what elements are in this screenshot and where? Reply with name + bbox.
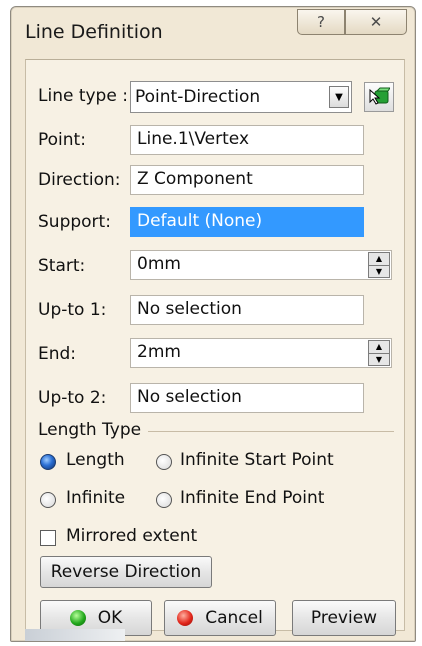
start-label: Start: <box>38 256 86 276</box>
group-separator <box>148 431 394 432</box>
cancel-red-dot-icon <box>177 610 194 626</box>
up-to-1-field[interactable]: No selection <box>130 295 364 325</box>
line-type-options-button[interactable] <box>364 82 394 112</box>
pointer-cube-icon <box>369 87 390 105</box>
help-icon: ? <box>317 13 325 31</box>
chevron-down-icon[interactable]: ▼ <box>329 86 349 108</box>
help-button[interactable]: ? <box>297 9 345 35</box>
up-to-2-field[interactable]: No selection <box>130 383 364 413</box>
line-type-combo[interactable]: Point-Direction ▼ <box>130 81 352 113</box>
reverse-direction-label: Reverse Direction <box>50 562 202 582</box>
point-field[interactable]: Line.1\Vertex <box>130 125 364 155</box>
point-label: Point: <box>38 130 86 150</box>
up-to-1-label: Up-to 1: <box>38 300 107 320</box>
direction-label: Direction: <box>38 170 121 190</box>
close-button[interactable]: ✕ <box>345 9 407 35</box>
start-spinner[interactable]: ▲ ▼ <box>368 252 390 278</box>
ok-label: OK <box>97 608 123 628</box>
end-label: End: <box>38 344 77 364</box>
preview-button[interactable]: Preview <box>292 600 396 636</box>
cancel-label: Cancel <box>205 608 263 628</box>
radio-length-label[interactable]: Length <box>66 450 125 470</box>
start-field[interactable]: 0mm <box>130 250 392 280</box>
title-bar[interactable]: Line Definition ? ✕ <box>11 7 415 59</box>
cancel-button[interactable]: Cancel <box>164 600 276 636</box>
radio-infinite-end-point[interactable] <box>156 492 172 508</box>
start-value: 0mm <box>137 254 181 274</box>
spin-down-icon[interactable]: ▼ <box>369 265 389 278</box>
dialog-body: Line type : Point-Direction ▼ Point: Lin… <box>25 59 405 636</box>
preview-label: Preview <box>310 608 378 628</box>
direction-field[interactable]: Z Component <box>130 165 364 195</box>
support-field[interactable]: Default (None) <box>130 207 364 237</box>
radio-infinite-end-point-label[interactable]: Infinite End Point <box>180 488 324 508</box>
radio-infinite-start-point[interactable] <box>156 454 172 470</box>
mirrored-extent-label[interactable]: Mirrored extent <box>66 526 197 546</box>
end-value: 2mm <box>137 342 181 362</box>
up-to-2-label: Up-to 2: <box>38 388 107 408</box>
line-type-label: Line type : <box>38 86 128 106</box>
spin-down-icon[interactable]: ▼ <box>369 353 389 366</box>
ok-green-dot-icon <box>69 610 86 626</box>
dialog-title: Line Definition <box>25 21 163 43</box>
length-type-heading: Length Type <box>38 420 142 440</box>
line-type-value: Point-Direction <box>135 87 261 107</box>
radio-infinite-start-point-label[interactable]: Infinite Start Point <box>180 450 334 470</box>
spin-up-icon[interactable]: ▲ <box>369 253 389 265</box>
support-label: Support: <box>38 212 111 232</box>
close-icon: ✕ <box>369 13 383 31</box>
radio-length[interactable] <box>40 454 56 470</box>
spin-up-icon[interactable]: ▲ <box>369 341 389 353</box>
reverse-direction-button[interactable]: Reverse Direction <box>40 556 212 588</box>
radio-infinite[interactable] <box>40 492 56 508</box>
line-definition-dialog: Line Definition ? ✕ Line type : Point-Di… <box>10 6 416 642</box>
radio-infinite-label[interactable]: Infinite <box>66 488 125 508</box>
end-spinner[interactable]: ▲ ▼ <box>368 340 390 366</box>
background-fragment <box>25 629 125 641</box>
mirrored-extent-checkbox[interactable] <box>40 530 56 546</box>
end-field[interactable]: 2mm <box>130 338 392 368</box>
